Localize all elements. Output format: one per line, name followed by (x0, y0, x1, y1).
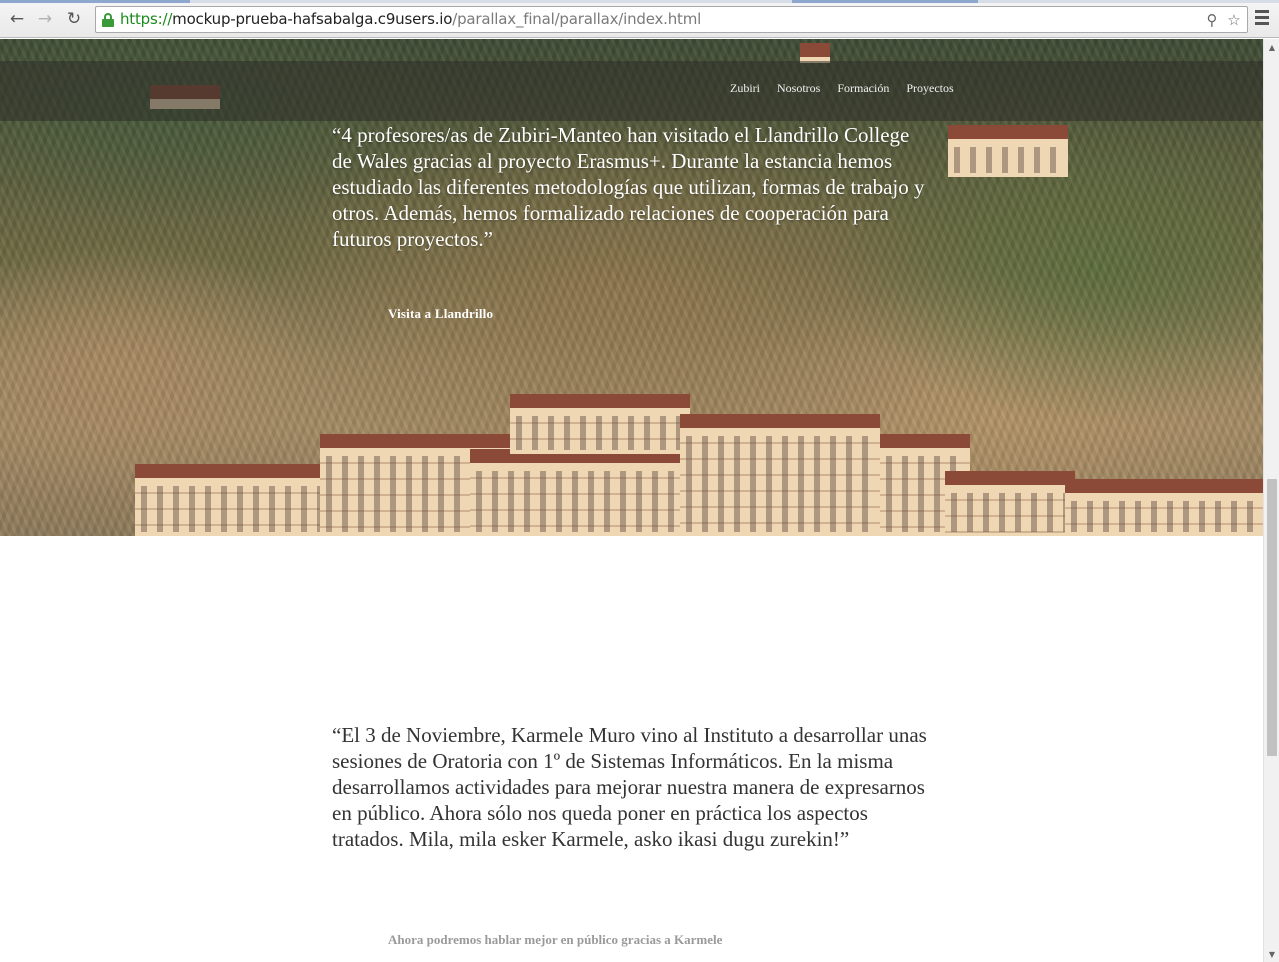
nav-link-nosotros[interactable]: Nosotros (777, 81, 820, 96)
building-image (1065, 479, 1263, 536)
nav-link-proyectos[interactable]: Proyectos (906, 81, 953, 96)
scroll-down-arrow-icon[interactable]: ▼ (1264, 946, 1279, 962)
forward-arrow-icon[interactable]: → (34, 8, 56, 30)
nav-links: Zubiri Nosotros Formación Proyectos (730, 81, 954, 96)
lock-icon (102, 13, 114, 27)
top-navbar: Zubiri Nosotros Formación Proyectos (0, 61, 1263, 121)
magnifier-icon[interactable]: ⚲ (1202, 10, 1222, 30)
reload-icon[interactable]: ↻ (63, 8, 85, 30)
oratoria-caption: Ahora podremos hablar mejor en público g… (388, 932, 723, 947)
oratoria-quote: “El 3 de Noviembre, Karmele Muro vino al… (332, 723, 927, 851)
browser-toolbar: ← → ↻ https://mockup-prueba-hafsabalga.c… (0, 0, 1279, 38)
building-image (470, 449, 700, 536)
page-scrollbar[interactable]: ▲ ▼ (1263, 39, 1279, 962)
hero-caption: Visita a Llandrillo (388, 306, 494, 321)
back-arrow-icon[interactable]: ← (6, 8, 28, 30)
building-image (135, 464, 335, 536)
building-image (800, 43, 830, 63)
building-image (945, 471, 1075, 536)
url-scheme: https:// (120, 10, 173, 28)
page-viewport: Zubiri Nosotros Formación Proyectos “4 p… (0, 39, 1263, 962)
scrollbar-thumb[interactable] (1267, 479, 1277, 756)
browser-tab[interactable] (792, 0, 978, 3)
address-bar[interactable]: https://mockup-prueba-hafsabalga.c9users… (95, 6, 1248, 33)
scroll-up-arrow-icon[interactable]: ▲ (1264, 39, 1279, 55)
url-text[interactable]: https://mockup-prueba-hafsabalga.c9users… (120, 10, 701, 28)
hero-section: Zubiri Nosotros Formación Proyectos “4 p… (0, 39, 1263, 536)
nav-link-zubiri[interactable]: Zubiri (730, 81, 760, 96)
url-path: /parallax_final/parallax/index.html (452, 10, 702, 28)
nav-link-formacion[interactable]: Formación (837, 81, 889, 96)
hamburger-menu-icon[interactable] (1255, 10, 1269, 26)
building-image (680, 414, 880, 536)
building-image (510, 394, 690, 454)
building-image (948, 125, 1068, 177)
star-icon[interactable]: ☆ (1224, 10, 1244, 30)
url-host: mockup-prueba-hafsabalga.c9users.io (172, 10, 453, 28)
hero-quote: “4 profesores/as de Zubiri-Manteo han vi… (332, 123, 925, 251)
browser-tab[interactable] (0, 0, 190, 3)
tab-strip (0, 0, 1279, 3)
